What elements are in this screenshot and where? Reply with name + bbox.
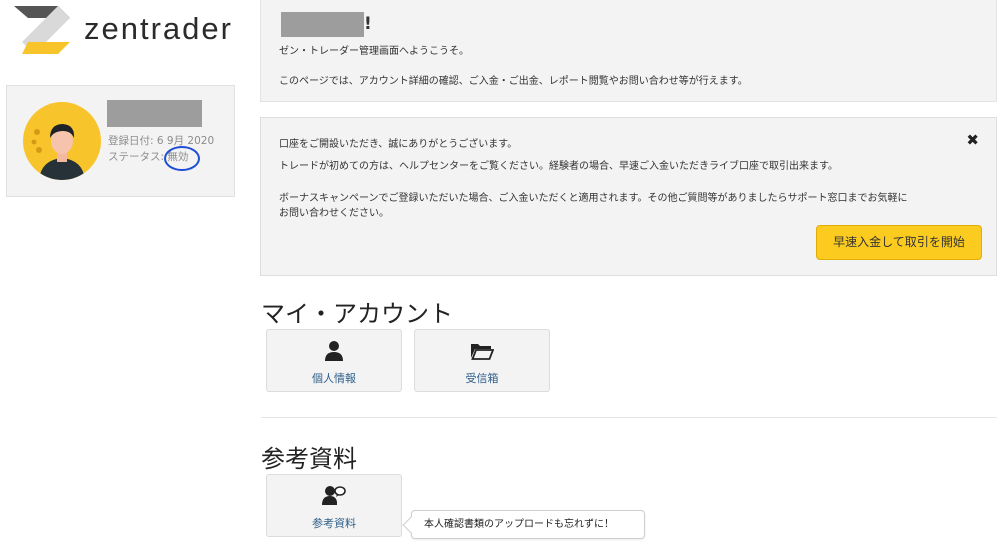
logo-text: zentrader (84, 11, 233, 46)
references-label: 参考資料 (312, 517, 356, 530)
zentrader-logo[interactable]: zentrader (14, 6, 244, 56)
notice-bonus: ボーナスキャンペーンでご登録いただいた場合、ご入金いただくと適用されます。その他… (279, 193, 908, 204)
user-chat-icon (322, 486, 346, 505)
notice-contact: お問い合わせください。 (279, 208, 389, 219)
notice-help: トレードが初めての方は、ヘルプセンターをご覧ください。経験者の場合、早速ご入金い… (279, 161, 838, 172)
references-tile[interactable]: 参考資料 (266, 474, 402, 537)
profile-card: 登録日付: 6 9月 2020 ステータス: 無効 (6, 85, 235, 197)
redacted-greeting-name (281, 12, 364, 37)
my-account-heading: マイ・アカウント (261, 300, 453, 328)
welcome-panel: ! ゼン・トレーダー管理画面へようこうそ。 このページでは、アカウント詳細の確認… (260, 0, 997, 102)
tooltip-arrow (402, 516, 420, 534)
avatar-person-icon (31, 124, 85, 180)
status-highlight-circle (164, 146, 200, 171)
zentrader-logo-mark-icon (14, 6, 70, 54)
personal-info-tile[interactable]: 個人情報 (266, 329, 402, 392)
personal-info-label: 個人情報 (312, 372, 356, 385)
upload-reminder-tooltip: 本人確認書類のアップロードも忘れずに！ (402, 510, 645, 539)
notice-thanks: 口座をご開設いただき、誠にありがとうございます。 (279, 139, 518, 150)
user-icon (325, 341, 343, 361)
avatar (23, 102, 101, 180)
close-icon[interactable]: ✖ (966, 131, 979, 149)
notice-panel: 口座をご開設いただき、誠にありがとうございます。 トレードが初めての方は、ヘルプ… (260, 117, 997, 276)
welcome-text: ゼン・トレーダー管理画面へようこうそ。 (279, 46, 469, 57)
welcome-description: このページでは、アカウント詳細の確認、ご入金・ご出金、レポート閲覧やお問い合わせ… (279, 76, 748, 87)
status-label: ステータス: (108, 151, 168, 163)
references-heading: 参考資料 (261, 445, 357, 473)
deposit-start-button[interactable]: 早速入金して取引を開始 (816, 225, 982, 260)
section-divider (261, 417, 997, 418)
folder-icon (471, 344, 494, 360)
registration-date: 登録日付: 6 9月 2020 (108, 135, 215, 147)
greeting-exclamation: ! (364, 14, 372, 34)
inbox-tile[interactable]: 受信箱 (414, 329, 550, 392)
redacted-username (107, 100, 202, 127)
tooltip-text: 本人確認書類のアップロードも忘れずに！ (424, 519, 614, 530)
inbox-label: 受信箱 (465, 372, 499, 385)
